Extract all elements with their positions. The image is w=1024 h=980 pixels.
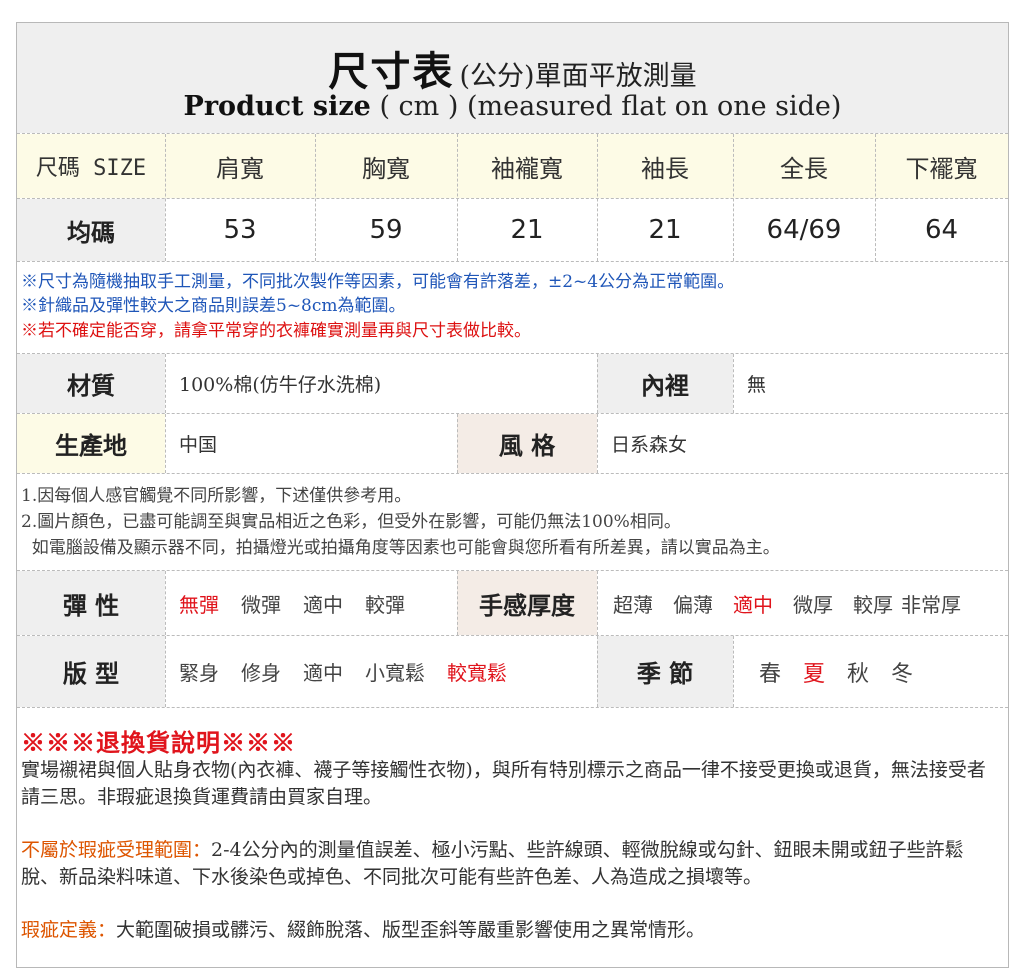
fit-option: 較寬鬆 bbox=[447, 661, 507, 685]
returns-title: ※※※退換貨說明※※※ bbox=[21, 728, 296, 757]
size-value-cell: 59 bbox=[315, 199, 457, 261]
defect-label: 瑕疵定義： bbox=[21, 919, 117, 941]
chest-header: 胸寬 bbox=[362, 154, 410, 183]
sleeve-value: 21 bbox=[648, 215, 682, 245]
size-value-cell: 64/69 bbox=[733, 199, 875, 261]
season-option: 冬 bbox=[891, 661, 914, 687]
thickness-option: 超薄 bbox=[613, 592, 653, 617]
elasticity-option: 無彈 bbox=[179, 592, 219, 617]
disclaimer-line-1: 1.因每個人感官觸覺不同所影響，下述僅供參考用。 bbox=[21, 486, 412, 506]
lining-label-cell: 內裡 bbox=[597, 354, 733, 413]
season-option: 秋 bbox=[847, 661, 870, 687]
size-value-cell: 21 bbox=[457, 199, 597, 261]
note-line-2: ※針織品及彈性較大之商品則誤差5~8cm為範圍。 bbox=[21, 296, 406, 316]
thickness-option: 微厚 bbox=[793, 592, 833, 617]
elasticity-option: 較彈 bbox=[365, 592, 405, 617]
fit-option: 小寬鬆 bbox=[365, 661, 425, 685]
material-value-cell: 100%棉(仿牛仔水洗棉) bbox=[165, 354, 597, 413]
shoulder-header-cell: 肩寬 bbox=[165, 134, 315, 198]
season-option: 夏 bbox=[803, 661, 826, 687]
thickness-label-cell: 手感厚度 bbox=[457, 571, 597, 635]
title-en-rest: ( cm ) (measured flat on one side) bbox=[370, 91, 842, 122]
chest-header-cell: 胸寬 bbox=[315, 134, 457, 198]
thickness-label: 手感厚度 bbox=[479, 590, 575, 620]
elasticity-option: 適中 bbox=[303, 592, 343, 617]
size-value-cell: 64 bbox=[875, 199, 1008, 261]
free-size-cell: 均碼 bbox=[17, 199, 165, 261]
hem-value: 64 bbox=[924, 215, 959, 245]
length-header: 全長 bbox=[780, 154, 828, 183]
fit-option: 緊身 bbox=[179, 661, 219, 685]
lining-label: 內裡 bbox=[641, 371, 689, 400]
armhole-header-cell: 袖襱寬 bbox=[457, 134, 597, 198]
size-chart-sheet: 尺寸表 (公分)單面平放測量 Product size ( cm ) (meas… bbox=[16, 22, 1009, 968]
defect-text: 大範圍破損或髒污、綴飾脫落、版型歪斜等嚴重影響使用之異常情形。 bbox=[116, 919, 706, 941]
shoulder-header: 肩寬 bbox=[216, 154, 264, 183]
size-header-label: 尺碼 SIZE bbox=[35, 156, 147, 181]
title-en: Product size ( cm ) (measured flat on on… bbox=[17, 91, 1008, 122]
fit-label: 版 型 bbox=[62, 659, 120, 688]
season-label: 季 節 bbox=[636, 659, 694, 688]
title-block: 尺寸表 (公分)單面平放測量 Product size ( cm ) (meas… bbox=[17, 23, 1008, 133]
material-label-cell: 材質 bbox=[17, 354, 165, 413]
origin-label: 生產地 bbox=[55, 431, 127, 460]
sleeve-header: 袖長 bbox=[641, 154, 689, 183]
returns-policy: 實場襯裙與個人貼身衣物(內衣褲、襪子等接觸性衣物)，與所有特別標示之商品一律不接… bbox=[21, 759, 986, 808]
armhole-header: 袖襱寬 bbox=[491, 154, 563, 183]
length-header-cell: 全長 bbox=[733, 134, 875, 198]
not-defect-label: 不屬於瑕疵受理範圍： bbox=[21, 839, 212, 861]
material-label: 材質 bbox=[67, 371, 115, 400]
armhole-value: 21 bbox=[510, 215, 544, 245]
sleeve-header-cell: 袖長 bbox=[597, 134, 733, 198]
style-value-cell: 日系森女 bbox=[597, 414, 1008, 473]
size-header-cell: 尺碼 SIZE bbox=[17, 134, 165, 198]
thickness-option: 非常厚 bbox=[901, 592, 961, 617]
style-label: 風 格 bbox=[498, 431, 556, 460]
disclaimer-line-2: 2.圖片顏色，已盡可能調至與實品相近之色彩，但受外在影響，可能仍無法100%相同… bbox=[21, 512, 681, 532]
origin-label-cell: 生產地 bbox=[17, 414, 165, 473]
free-size-label: 均碼 bbox=[67, 217, 115, 247]
origin-value: 中国 bbox=[179, 434, 218, 456]
thickness-option: 較厚 bbox=[853, 592, 893, 617]
season-label-cell: 季 節 bbox=[597, 636, 733, 707]
note-line-3: ※若不確定能否穿，請拿平常穿的衣褲確實測量再與尺寸表做比較。 bbox=[21, 321, 531, 341]
thickness-option: 適中 bbox=[733, 592, 773, 617]
title-sub: (公分)單面平放測量 bbox=[459, 61, 697, 92]
length-value: 64/69 bbox=[766, 215, 842, 245]
defect-block: 瑕疵定義：大範圍破損或髒污、綴飾脫落、版型歪斜等嚴重影響使用之異常情形。 bbox=[21, 917, 1001, 944]
season-option: 春 bbox=[759, 661, 782, 687]
fit-option: 適中 bbox=[303, 661, 343, 685]
title-en-bold: Product size bbox=[183, 91, 371, 122]
style-value: 日系森女 bbox=[611, 434, 688, 456]
hem-header-cell: 下襬寬 bbox=[875, 134, 1008, 198]
fit-label-cell: 版 型 bbox=[17, 636, 165, 707]
size-value-cell: 21 bbox=[597, 199, 733, 261]
disclaimer-line-3: 如電腦設備及顯示器不同，拍攝燈光或拍攝角度等因素也可能會與您所看有所差異，請以實… bbox=[21, 538, 780, 558]
fit-options: 緊身 修身 適中 小寬鬆 較寬鬆 bbox=[165, 636, 597, 707]
title-cn: 尺寸表 (公分)單面平放測量 bbox=[17, 39, 1008, 97]
thickness-option: 偏薄 bbox=[673, 592, 713, 617]
style-label-cell: 風 格 bbox=[457, 414, 597, 473]
lining-value: 無 bbox=[747, 374, 767, 396]
lining-value-cell: 無 bbox=[733, 354, 1008, 413]
fit-option: 修身 bbox=[241, 661, 281, 685]
material-value: 100%棉(仿牛仔水洗棉) bbox=[179, 374, 382, 396]
season-options: 春 夏 秋 冬 bbox=[733, 636, 1008, 707]
elasticity-option: 微彈 bbox=[241, 592, 281, 617]
chest-value: 59 bbox=[369, 215, 403, 245]
hem-header: 下襬寬 bbox=[905, 154, 978, 183]
shoulder-value: 53 bbox=[223, 215, 257, 245]
not-defect-block: 不屬於瑕疵受理範圍：2-4公分內的測量值誤差、極小污點、些許線頭、輕微脫線或勾針… bbox=[21, 837, 1001, 891]
note-line-1: ※尺寸為隨機抽取手工測量，不同批次製作等因素，可能會有許落差，±2~4公分為正常… bbox=[21, 272, 735, 292]
size-value-cell: 53 bbox=[165, 199, 315, 261]
title-main: 尺寸表 bbox=[328, 48, 455, 95]
elasticity-label-cell: 彈 性 bbox=[17, 571, 165, 635]
elasticity-options: 無彈 微彈 適中 較彈 bbox=[165, 571, 457, 635]
origin-value-cell: 中国 bbox=[165, 414, 457, 473]
elasticity-label: 彈 性 bbox=[62, 590, 120, 620]
thickness-options: 超薄 偏薄 適中 微厚 較厚 非常厚 bbox=[597, 571, 1008, 635]
